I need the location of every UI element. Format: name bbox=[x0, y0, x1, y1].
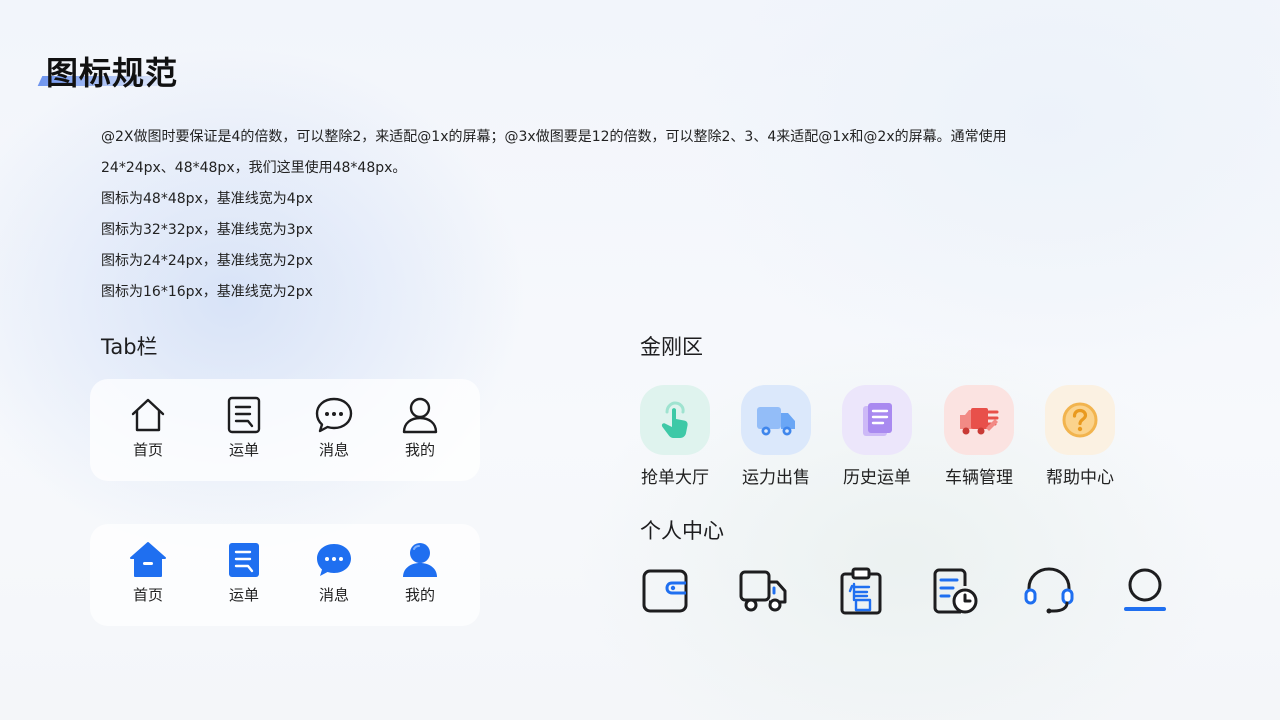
tab-label: 首页 bbox=[132, 586, 163, 604]
icon-background bbox=[944, 385, 1014, 455]
tab-label: 消息 bbox=[318, 586, 349, 604]
tab-label: 运单 bbox=[228, 586, 259, 604]
spec-description: @2X做图时要保证是4的倍数，可以整除2，来适配@1x的屏幕；@3x做图要是12… bbox=[101, 122, 1121, 308]
vehicle-button[interactable] bbox=[738, 566, 788, 616]
kingkong-label: 历史运单 bbox=[843, 468, 911, 488]
kingkong-label: 帮助中心 bbox=[1046, 468, 1114, 488]
waybill-icon bbox=[229, 543, 259, 577]
description-line: 图标为48*48px，基准线宽为4px bbox=[101, 191, 313, 207]
tab-home-filled[interactable]: 首页 bbox=[116, 540, 180, 612]
user-icon bbox=[403, 543, 437, 577]
kingkong-label: 抢单大厅 bbox=[641, 468, 709, 488]
kingkong-item-grab-order[interactable]: 抢单大厅 bbox=[630, 385, 720, 488]
icon-background bbox=[842, 385, 912, 455]
page-title: 图标规范 bbox=[46, 54, 179, 92]
message-icon bbox=[317, 544, 351, 576]
tab-label: 运单 bbox=[228, 441, 259, 459]
waybill-icon bbox=[227, 396, 261, 434]
truck-icon bbox=[757, 407, 795, 436]
question-icon bbox=[1062, 402, 1098, 438]
tab-home-outline[interactable]: 首页 bbox=[116, 395, 180, 467]
tab-profile-outline[interactable]: 我的 bbox=[388, 395, 452, 467]
profile-button[interactable] bbox=[1120, 566, 1170, 616]
tabbar-filled: 首页 运单 消息 我的 bbox=[90, 524, 480, 626]
tab-label: 我的 bbox=[404, 586, 435, 604]
tab-label: 消息 bbox=[318, 441, 349, 459]
message-icon bbox=[315, 397, 353, 433]
profile-icon bbox=[1124, 568, 1166, 611]
sale-clipboard-icon bbox=[840, 567, 882, 615]
icon-background bbox=[640, 385, 710, 455]
tab-profile-filled[interactable]: 我的 bbox=[388, 540, 452, 612]
home-icon bbox=[131, 398, 165, 432]
wallet-button[interactable] bbox=[640, 566, 690, 616]
icon-background bbox=[741, 385, 811, 455]
tab-waybill-filled[interactable]: 运单 bbox=[212, 540, 276, 612]
tab-section-label: Tab栏 bbox=[101, 335, 158, 359]
description-line: 图标为24*24px，基准线宽为2px bbox=[101, 253, 313, 269]
kingkong-item-history-waybill[interactable]: 历史运单 bbox=[832, 385, 922, 488]
tab-message-outline[interactable]: 消息 bbox=[302, 395, 366, 467]
history-button[interactable] bbox=[931, 566, 981, 616]
tab-waybill-outline[interactable]: 运单 bbox=[212, 395, 276, 467]
kingkong-item-vehicle-management[interactable]: 车辆管理 bbox=[934, 385, 1024, 488]
headset-icon bbox=[1024, 567, 1074, 614]
kingkong-label: 运力出售 bbox=[742, 468, 810, 488]
title-block: 图标规范 bbox=[37, 48, 214, 92]
customer-service-button[interactable] bbox=[1024, 566, 1074, 616]
truck-icon bbox=[739, 570, 787, 612]
sale-button[interactable] bbox=[836, 566, 886, 616]
tab-label: 我的 bbox=[404, 441, 435, 459]
tab-message-filled[interactable]: 消息 bbox=[302, 540, 366, 612]
kingkong-item-help-center[interactable]: 帮助中心 bbox=[1035, 385, 1125, 488]
history-doc-icon bbox=[933, 568, 978, 614]
kingkong-section-label: 金刚区 bbox=[640, 335, 703, 359]
tab-label: 首页 bbox=[132, 441, 163, 459]
document-stack-icon bbox=[863, 403, 892, 436]
kingkong-label: 车辆管理 bbox=[945, 468, 1013, 488]
fast-truck-icon bbox=[960, 408, 999, 435]
tap-hand-icon bbox=[661, 401, 688, 438]
description-line: 图标为16*16px，基准线宽为2px bbox=[101, 284, 313, 300]
home-icon bbox=[130, 542, 166, 577]
description-line: @2X做图时要保证是4的倍数，可以整除2，来适配@1x的屏幕；@3x做图要是12… bbox=[101, 129, 1007, 145]
user-icon bbox=[402, 397, 438, 434]
icon-background bbox=[1045, 385, 1115, 455]
tabbar-outline: 首页 运单 消息 我的 bbox=[90, 379, 480, 481]
wallet-icon bbox=[642, 569, 688, 613]
description-line: 图标为32*32px，基准线宽为3px bbox=[101, 222, 313, 238]
kingkong-item-capacity-sale[interactable]: 运力出售 bbox=[731, 385, 821, 488]
description-line: 24*24px、48*48px，我们这里使用48*48px。 bbox=[101, 160, 407, 176]
personal-section-label: 个人中心 bbox=[640, 519, 724, 543]
